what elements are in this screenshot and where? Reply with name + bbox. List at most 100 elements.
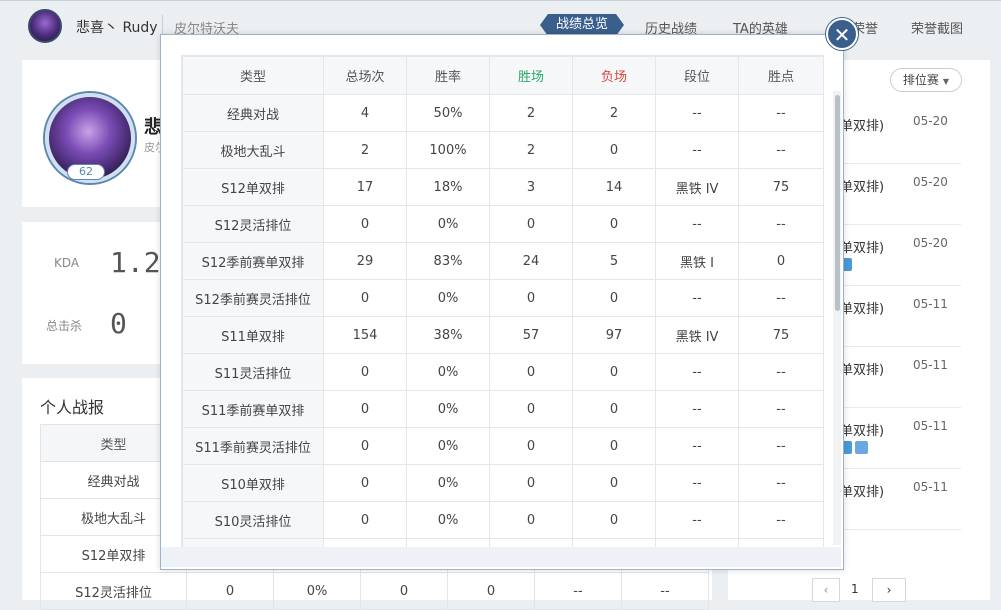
header-losses: 负场 bbox=[572, 56, 656, 95]
cell-wins: 2 bbox=[489, 94, 573, 132]
chevron-down-icon: ▼ bbox=[942, 77, 950, 86]
kills-value: 0 bbox=[110, 307, 127, 340]
stats-table-scroll-area[interactable]: 类型 总场次 胜率 胜场 负场 段位 胜点 经典对战 4 50% 2 2 -- -- 极地大乱… bbox=[181, 55, 824, 549]
level-badge: 62 bbox=[67, 164, 105, 180]
cell-games: 0 bbox=[323, 353, 407, 391]
cell-lp: -- bbox=[738, 427, 823, 465]
cell-wins: 0 bbox=[489, 390, 573, 428]
cell-wins: 0 bbox=[489, 205, 573, 243]
cell-wins: 24 bbox=[489, 242, 573, 280]
cell-games: 2 bbox=[323, 131, 407, 169]
cell-tier: -- bbox=[655, 205, 739, 243]
cell-wins: 57 bbox=[489, 316, 573, 354]
cell-lp: 75 bbox=[738, 168, 823, 206]
cell-losses: 0 bbox=[572, 390, 656, 428]
cell-winrate: 100% bbox=[406, 131, 490, 169]
prev-page-button[interactable]: ‹ bbox=[812, 578, 840, 602]
cell-tier: 黑铁 IV bbox=[655, 316, 739, 354]
cell-wins: 0 bbox=[489, 279, 573, 317]
table-row: S11季前赛灵活排位 0 0% 0 0 -- -- bbox=[182, 427, 823, 465]
cell-losses: 97 bbox=[572, 316, 656, 354]
cell-losses: 0 bbox=[572, 205, 656, 243]
cell-games: 0 bbox=[323, 279, 407, 317]
cell-tier: -- bbox=[655, 279, 739, 317]
cell-lp: 75 bbox=[738, 316, 823, 354]
divider bbox=[162, 15, 163, 35]
table-row: S11单双排 154 38% 57 97 黑铁 IV 75 bbox=[182, 316, 823, 354]
cell-losses: 14 bbox=[572, 168, 656, 206]
cell-wins: 0 bbox=[489, 501, 573, 539]
table-row: S11季前赛单双排 0 0% 0 0 -- -- bbox=[182, 390, 823, 428]
table-row: S11灵活排位 0 0% 0 0 -- -- bbox=[182, 353, 823, 391]
cell-losses: 2 bbox=[572, 94, 656, 132]
table-row: S12季前赛灵活排位 0 0% 0 0 -- -- bbox=[182, 279, 823, 317]
player-avatar[interactable] bbox=[28, 9, 62, 43]
cell-wins: 0 bbox=[489, 353, 573, 391]
cell-lp: 0 bbox=[738, 242, 823, 280]
close-icon[interactable]: ✕ bbox=[826, 18, 858, 50]
cell-winrate: 0% bbox=[406, 279, 490, 317]
cell-lp: -- bbox=[738, 205, 823, 243]
report-title: 个人战报 bbox=[40, 398, 105, 417]
cell-tier: -- bbox=[655, 464, 739, 502]
header-winrate: 胜率 bbox=[406, 56, 490, 95]
cell-tier: -- bbox=[655, 94, 739, 132]
cell-type: S12季前赛单双排 bbox=[182, 242, 324, 280]
cell-losses: 0 bbox=[572, 353, 656, 391]
cell-type: 经典对战 bbox=[182, 94, 324, 132]
cell-games: 154 bbox=[323, 316, 407, 354]
scrollbar-thumb[interactable] bbox=[835, 95, 840, 311]
table-row: S12季前赛单双排 29 83% 24 5 黑铁 Ⅰ0 bbox=[182, 242, 823, 280]
table-row: S12单双排 17 18% 3 14 黑铁 IV 75 bbox=[182, 168, 823, 206]
page-number[interactable]: 1 bbox=[851, 582, 859, 596]
cell-type: S12单双排 bbox=[182, 168, 324, 206]
cell-winrate: 0% bbox=[406, 205, 490, 243]
kills-label: 总击杀 bbox=[46, 319, 83, 333]
kda-value: 1.2 bbox=[110, 246, 161, 279]
cell-tier: -- bbox=[655, 131, 739, 169]
cell-games: 0 bbox=[323, 390, 407, 428]
cell-losses: 0 bbox=[572, 279, 656, 317]
table-row: S10灵活排位 0 0% 0 0 -- -- bbox=[182, 501, 823, 539]
cell-lp: -- bbox=[738, 353, 823, 391]
cell-losses: 0 bbox=[572, 501, 656, 539]
table-row: S12灵活排位 0 0% 0 0 -- -- bbox=[182, 205, 823, 243]
cell-lp: -- bbox=[738, 131, 823, 169]
next-page-button[interactable]: › bbox=[872, 578, 906, 602]
cell-lp: -- bbox=[738, 94, 823, 132]
table-header-row: 类型 总场次 胜率 胜场 负场 段位 胜点 bbox=[182, 56, 823, 95]
cell-winrate: 50% bbox=[406, 94, 490, 132]
tab-overview[interactable]: 战绩总览 bbox=[540, 14, 624, 36]
cell-losses: 5 bbox=[572, 242, 656, 280]
cell-losses: 0 bbox=[572, 131, 656, 169]
cell-type: S11季前赛灵活排位 bbox=[182, 427, 324, 465]
cell-games: 4 bbox=[323, 94, 407, 132]
modal-footer-strip bbox=[161, 547, 841, 567]
cell-type: S12灵活排位 bbox=[182, 205, 324, 243]
kda-label: KDA bbox=[54, 256, 80, 270]
cell-tier: -- bbox=[655, 390, 739, 428]
cell-tier: -- bbox=[655, 353, 739, 391]
header-wins: 胜场 bbox=[489, 56, 573, 95]
cell-games: 0 bbox=[323, 427, 407, 465]
cell-tier: -- bbox=[655, 501, 739, 539]
cell-winrate: 0% bbox=[406, 390, 490, 428]
cell-type: S12季前赛灵活排位 bbox=[182, 279, 324, 317]
header-lp: 胜点 bbox=[738, 56, 823, 95]
cell-winrate: 0% bbox=[406, 501, 490, 539]
cell-type: 极地大乱斗 bbox=[182, 131, 324, 169]
table-row: 经典对战 4 50% 2 2 -- -- bbox=[182, 94, 823, 132]
cell-type: S11灵活排位 bbox=[182, 353, 324, 391]
cell-type: S10灵活排位 bbox=[182, 501, 324, 539]
cell-games: 0 bbox=[323, 501, 407, 539]
cell-winrate: 18% bbox=[406, 168, 490, 206]
cell-games: 0 bbox=[323, 205, 407, 243]
cell-type: S10单双排 bbox=[182, 464, 324, 502]
cell-tier: 黑铁 IV bbox=[655, 168, 739, 206]
image-icon[interactable] bbox=[855, 441, 868, 454]
tab-honor-screenshots[interactable]: 荣誉截图 bbox=[911, 18, 963, 37]
cell-games: 29 bbox=[323, 242, 407, 280]
cell-type: S11季前赛单双排 bbox=[182, 390, 324, 428]
cell-winrate: 0% bbox=[406, 427, 490, 465]
queue-filter-dropdown[interactable]: 排位赛 ▼ bbox=[890, 68, 962, 92]
